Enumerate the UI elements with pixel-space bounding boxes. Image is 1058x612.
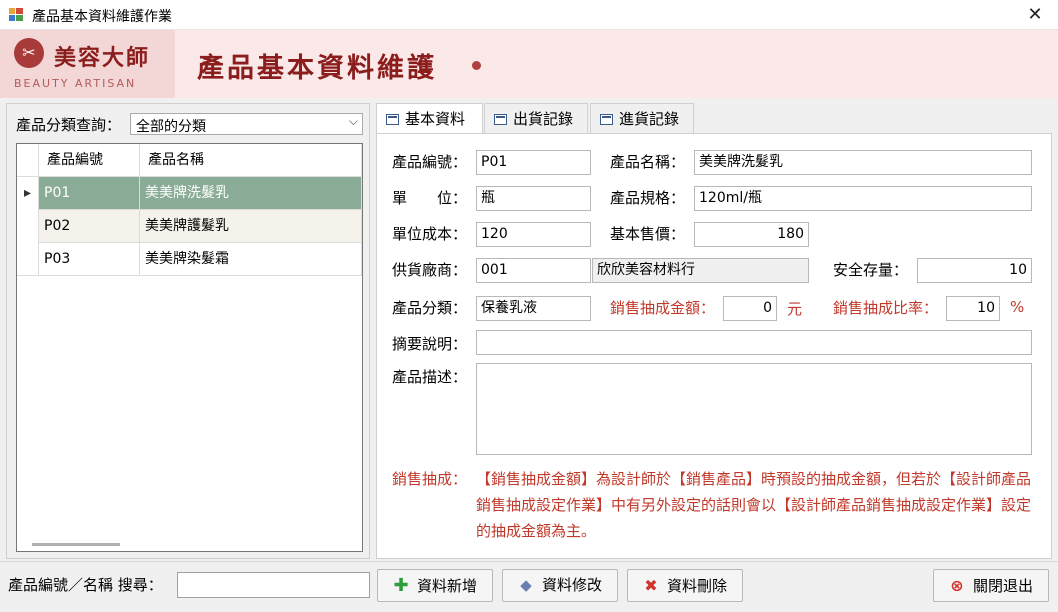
cell-product-name[interactable]: 美美牌護髮乳 — [140, 210, 362, 243]
window-title: 產品基本資料維護作業 — [32, 9, 172, 25]
commission-rate-label: 銷售抽成比率： — [833, 299, 939, 317]
cell-product-id[interactable]: P01 — [39, 177, 140, 210]
eraser-icon: ◆ — [520, 576, 532, 594]
header-banner: ✂ 美容大師 BEAUTY ARTISAN 產品基本資料維護 — [0, 30, 1058, 98]
row-selector[interactable] — [17, 243, 39, 276]
column-header-product-id[interactable]: 產品編號 — [39, 144, 140, 177]
table-row[interactable]: P03 美美牌染髮霜 — [17, 243, 362, 276]
commission-rate-field[interactable]: 10 — [946, 296, 1000, 321]
scissors-icon: ✂ — [14, 38, 44, 68]
unit-cost-label: 單位成本： — [392, 225, 468, 243]
cell-product-name[interactable]: 美美牌洗髮乳 — [140, 177, 362, 210]
form-icon — [494, 114, 507, 125]
safety-stock-field[interactable]: 10 — [917, 258, 1032, 283]
form-icon — [600, 114, 613, 125]
summary-field[interactable] — [476, 330, 1032, 355]
cell-product-id[interactable]: P03 — [39, 243, 140, 276]
form-icon — [386, 114, 399, 125]
grid-corner — [17, 144, 39, 177]
delete-record-button[interactable]: ✖ 資料刪除 — [627, 569, 743, 602]
description-label: 產品描述： — [392, 368, 468, 386]
chevron-down-icon: ⌵ — [348, 114, 358, 128]
category-filter-select[interactable]: 全部的分類 ⌵ — [130, 113, 363, 135]
detail-tabs: 基本資料 出貨記錄 進貨記錄 — [376, 103, 1052, 133]
base-price-field[interactable]: 180 — [694, 222, 809, 247]
tab-purchase-records[interactable]: 進貨記錄 — [590, 103, 694, 133]
base-price-label: 基本售價： — [610, 225, 686, 243]
banner-divider-decoration — [150, 30, 175, 98]
grid-horizontal-scrollbar[interactable] — [32, 543, 120, 546]
cell-product-id[interactable]: P02 — [39, 210, 140, 243]
close-exit-button[interactable]: ⊗ 關閉退出 — [933, 569, 1049, 602]
title-bar: 產品基本資料維護作業 ✕ — [0, 0, 1058, 30]
column-header-product-name[interactable]: 產品名稱 — [140, 144, 362, 177]
cell-product-name[interactable]: 美美牌染髮霜 — [140, 243, 362, 276]
delete-x-icon: ✖ — [644, 576, 658, 595]
app-icon — [9, 8, 23, 21]
tab-shipping-records[interactable]: 出貨記錄 — [484, 103, 588, 133]
safety-stock-label: 安全存量： — [833, 261, 909, 279]
product-grid[interactable]: 產品編號 產品名稱 ▸ P01 美美牌洗髮乳 P02 美美牌護髮乳 P03 美美… — [16, 143, 363, 552]
search-label: 產品編號／名稱 搜尋： — [8, 576, 163, 594]
commission-rate-unit: % — [1010, 298, 1025, 316]
unit-cost-field[interactable]: 120 — [476, 222, 591, 247]
commission-amount-label: 銷售抽成金額： — [610, 299, 716, 317]
commission-amount-unit: 元 — [787, 300, 803, 318]
add-record-label: 資料新增 — [416, 577, 477, 595]
banner-dot-decoration — [472, 61, 481, 70]
commission-note: 銷售抽成： 【銷售抽成金額】為設計師於【銷售產品】時預設的抽成金額，但若於【設計… — [392, 466, 1042, 544]
grid-header-row: 產品編號 產品名稱 — [17, 144, 362, 177]
table-row[interactable]: P02 美美牌護髮乳 — [17, 210, 362, 243]
table-row[interactable]: ▸ P01 美美牌洗髮乳 — [17, 177, 362, 210]
product-category-field[interactable]: 保養乳液 — [476, 296, 591, 321]
tab-label: 基本資料 — [405, 110, 466, 128]
summary-label: 摘要說明： — [392, 335, 468, 353]
description-textarea[interactable] — [476, 363, 1032, 455]
supplier-id-field[interactable]: 001 — [476, 258, 591, 283]
banner-title: 產品基本資料維護 — [197, 53, 437, 84]
delete-record-label: 資料刪除 — [666, 577, 727, 595]
tab-label: 出貨記錄 — [513, 110, 574, 128]
close-exit-label: 關閉退出 — [972, 577, 1033, 595]
supplier-name-field: 欣欣美容材料行 — [592, 258, 809, 283]
edit-record-button[interactable]: ◆ 資料修改 — [502, 569, 618, 602]
commission-note-label: 銷售抽成： — [392, 470, 468, 488]
spec-label: 產品規格： — [610, 189, 686, 207]
product-id-field[interactable]: P01 — [476, 150, 591, 175]
unit-field[interactable]: 瓶 — [476, 186, 591, 211]
category-filter-value: 全部的分類 — [136, 119, 206, 135]
logo-text: 美容大師 — [54, 45, 151, 71]
product-category-label: 產品分類： — [392, 299, 468, 317]
tab-label: 進貨記錄 — [619, 110, 680, 128]
row-selector-arrow-icon[interactable]: ▸ — [17, 177, 39, 210]
category-filter-label: 產品分類查詢： — [16, 116, 122, 134]
product-name-label: 產品名稱： — [610, 153, 686, 171]
tab-basic-info[interactable]: 基本資料 — [376, 103, 483, 133]
spec-field[interactable]: 120ml/瓶 — [694, 186, 1032, 211]
edit-record-label: 資料修改 — [541, 576, 602, 594]
add-record-button[interactable]: ✚ 資料新增 — [377, 569, 493, 602]
close-circle-icon: ⊗ — [950, 576, 964, 595]
unit-label: 單 位： — [392, 189, 468, 207]
supplier-label: 供貨廠商： — [392, 261, 468, 279]
plus-icon: ✚ — [393, 575, 409, 596]
commission-note-text: 【銷售抽成金額】為設計師於【銷售產品】時預設的抽成金額，但若於【設計師產品銷售抽… — [476, 470, 1032, 540]
product-id-label: 產品編號： — [392, 153, 468, 171]
commission-amount-field[interactable]: 0 — [723, 296, 777, 321]
search-input[interactable] — [177, 572, 370, 598]
row-selector[interactable] — [17, 210, 39, 243]
logo-subtitle: BEAUTY ARTISAN — [14, 77, 137, 90]
close-window-button[interactable]: ✕ — [1012, 0, 1058, 30]
product-name-field[interactable]: 美美牌洗髮乳 — [694, 150, 1032, 175]
